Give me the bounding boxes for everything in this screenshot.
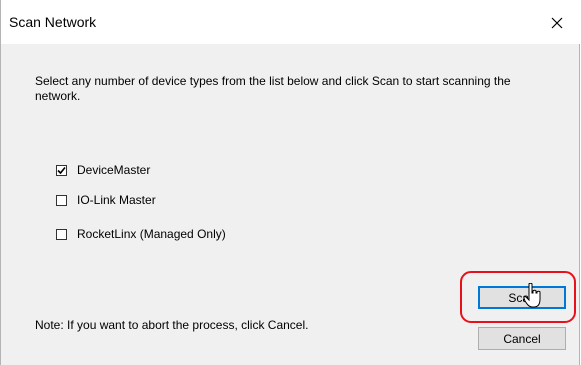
rocketlinx-label: RocketLinx (Managed Only) [77, 227, 226, 241]
rocketlinx-checkbox[interactable] [56, 228, 67, 240]
mouse-pointer-icon [523, 283, 541, 308]
scan-network-dialog: Scan Network Select any number of device… [0, 0, 580, 365]
device-option-devicemaster[interactable]: DeviceMaster [56, 162, 150, 178]
devicemaster-label: DeviceMaster [77, 163, 151, 177]
instructions-text: Select any number of device types from t… [35, 74, 511, 103]
cancel-button[interactable]: Cancel [478, 327, 566, 350]
abort-note: Note: If you want to abort the process, … [35, 318, 309, 332]
close-button[interactable] [540, 8, 574, 38]
checkmark-icon [57, 166, 66, 174]
scan-button[interactable]: Scan [478, 286, 566, 309]
close-icon [551, 17, 563, 29]
io-link-master-checkbox[interactable] [56, 194, 67, 206]
device-option-rocketlinx[interactable]: RocketLinx (Managed Only) [56, 226, 226, 242]
title-bar[interactable]: Scan Network [1, 0, 580, 44]
device-option-io-link-master[interactable]: IO-Link Master [56, 192, 156, 208]
io-link-master-label: IO-Link Master [77, 193, 156, 207]
dialog-title: Scan Network [9, 14, 97, 30]
devicemaster-checkbox[interactable] [56, 164, 67, 176]
